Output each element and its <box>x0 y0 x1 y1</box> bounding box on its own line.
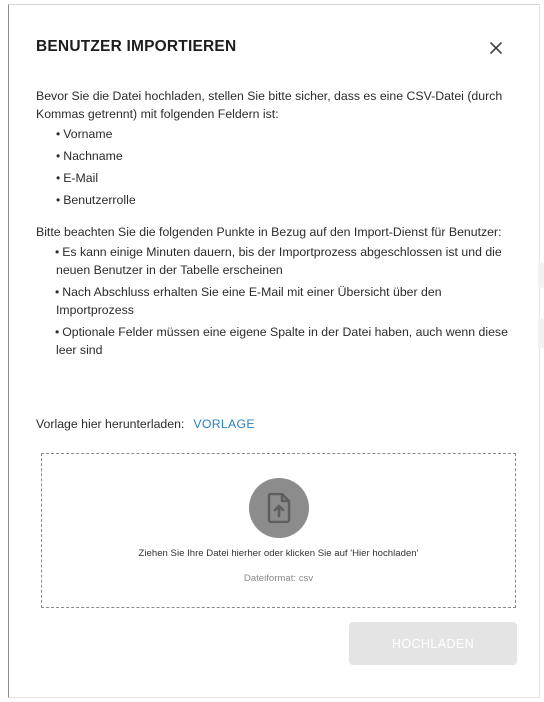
file-upload-icon <box>249 478 309 538</box>
template-link[interactable]: VORLAGE <box>193 417 255 431</box>
list-item: • E-Mail <box>56 171 99 185</box>
list-item: • Es kann einige Minuten dauern, bis der … <box>55 245 502 277</box>
template-download-row: Vorlage hier herunterladen: VORLAGE <box>36 417 255 431</box>
file-dropzone[interactable]: Ziehen Sie Ihre Datei hierher oder klick… <box>41 453 516 608</box>
list-item: • Nach Abschluss erhalten Sie eine E-Mail… <box>55 285 442 317</box>
list-item: • Nachname <box>56 149 123 163</box>
background-edge <box>538 318 544 348</box>
list-item: • Benutzerrolle <box>56 193 136 207</box>
instructions: Bevor Sie die Datei hochladen, stellen S… <box>36 87 522 363</box>
template-label: Vorlage hier herunterladen: <box>36 417 185 431</box>
upload-button[interactable]: HOCHLADEN <box>349 622 517 665</box>
close-icon[interactable] <box>485 37 507 59</box>
dropzone-format: Dateiformat: csv <box>243 573 314 584</box>
list-item: • Vorname <box>56 127 113 141</box>
import-users-dialog: BENUTZER IMPORTIEREN Bevor Sie die Datei… <box>8 4 540 698</box>
required-fields-list: • Vorname • Nachname • E-Mail • Benutzerroll… <box>36 125 522 209</box>
notes-intro-text: Bitte beachten Sie die folgenden Punkte … <box>36 225 502 239</box>
list-item: • Optionale Felder müssen eine eigene Spa… <box>55 325 508 357</box>
dialog-title: BENUTZER IMPORTIEREN <box>36 38 237 55</box>
intro-text: Bevor Sie die Datei hochladen, stellen S… <box>36 89 503 121</box>
notes-list: • Es kann einige Minuten dauern, bis der … <box>36 243 522 359</box>
background-edge <box>538 262 544 288</box>
dropzone-instruction: Ziehen Sie Ihre Datei hierher oder klick… <box>138 548 419 559</box>
